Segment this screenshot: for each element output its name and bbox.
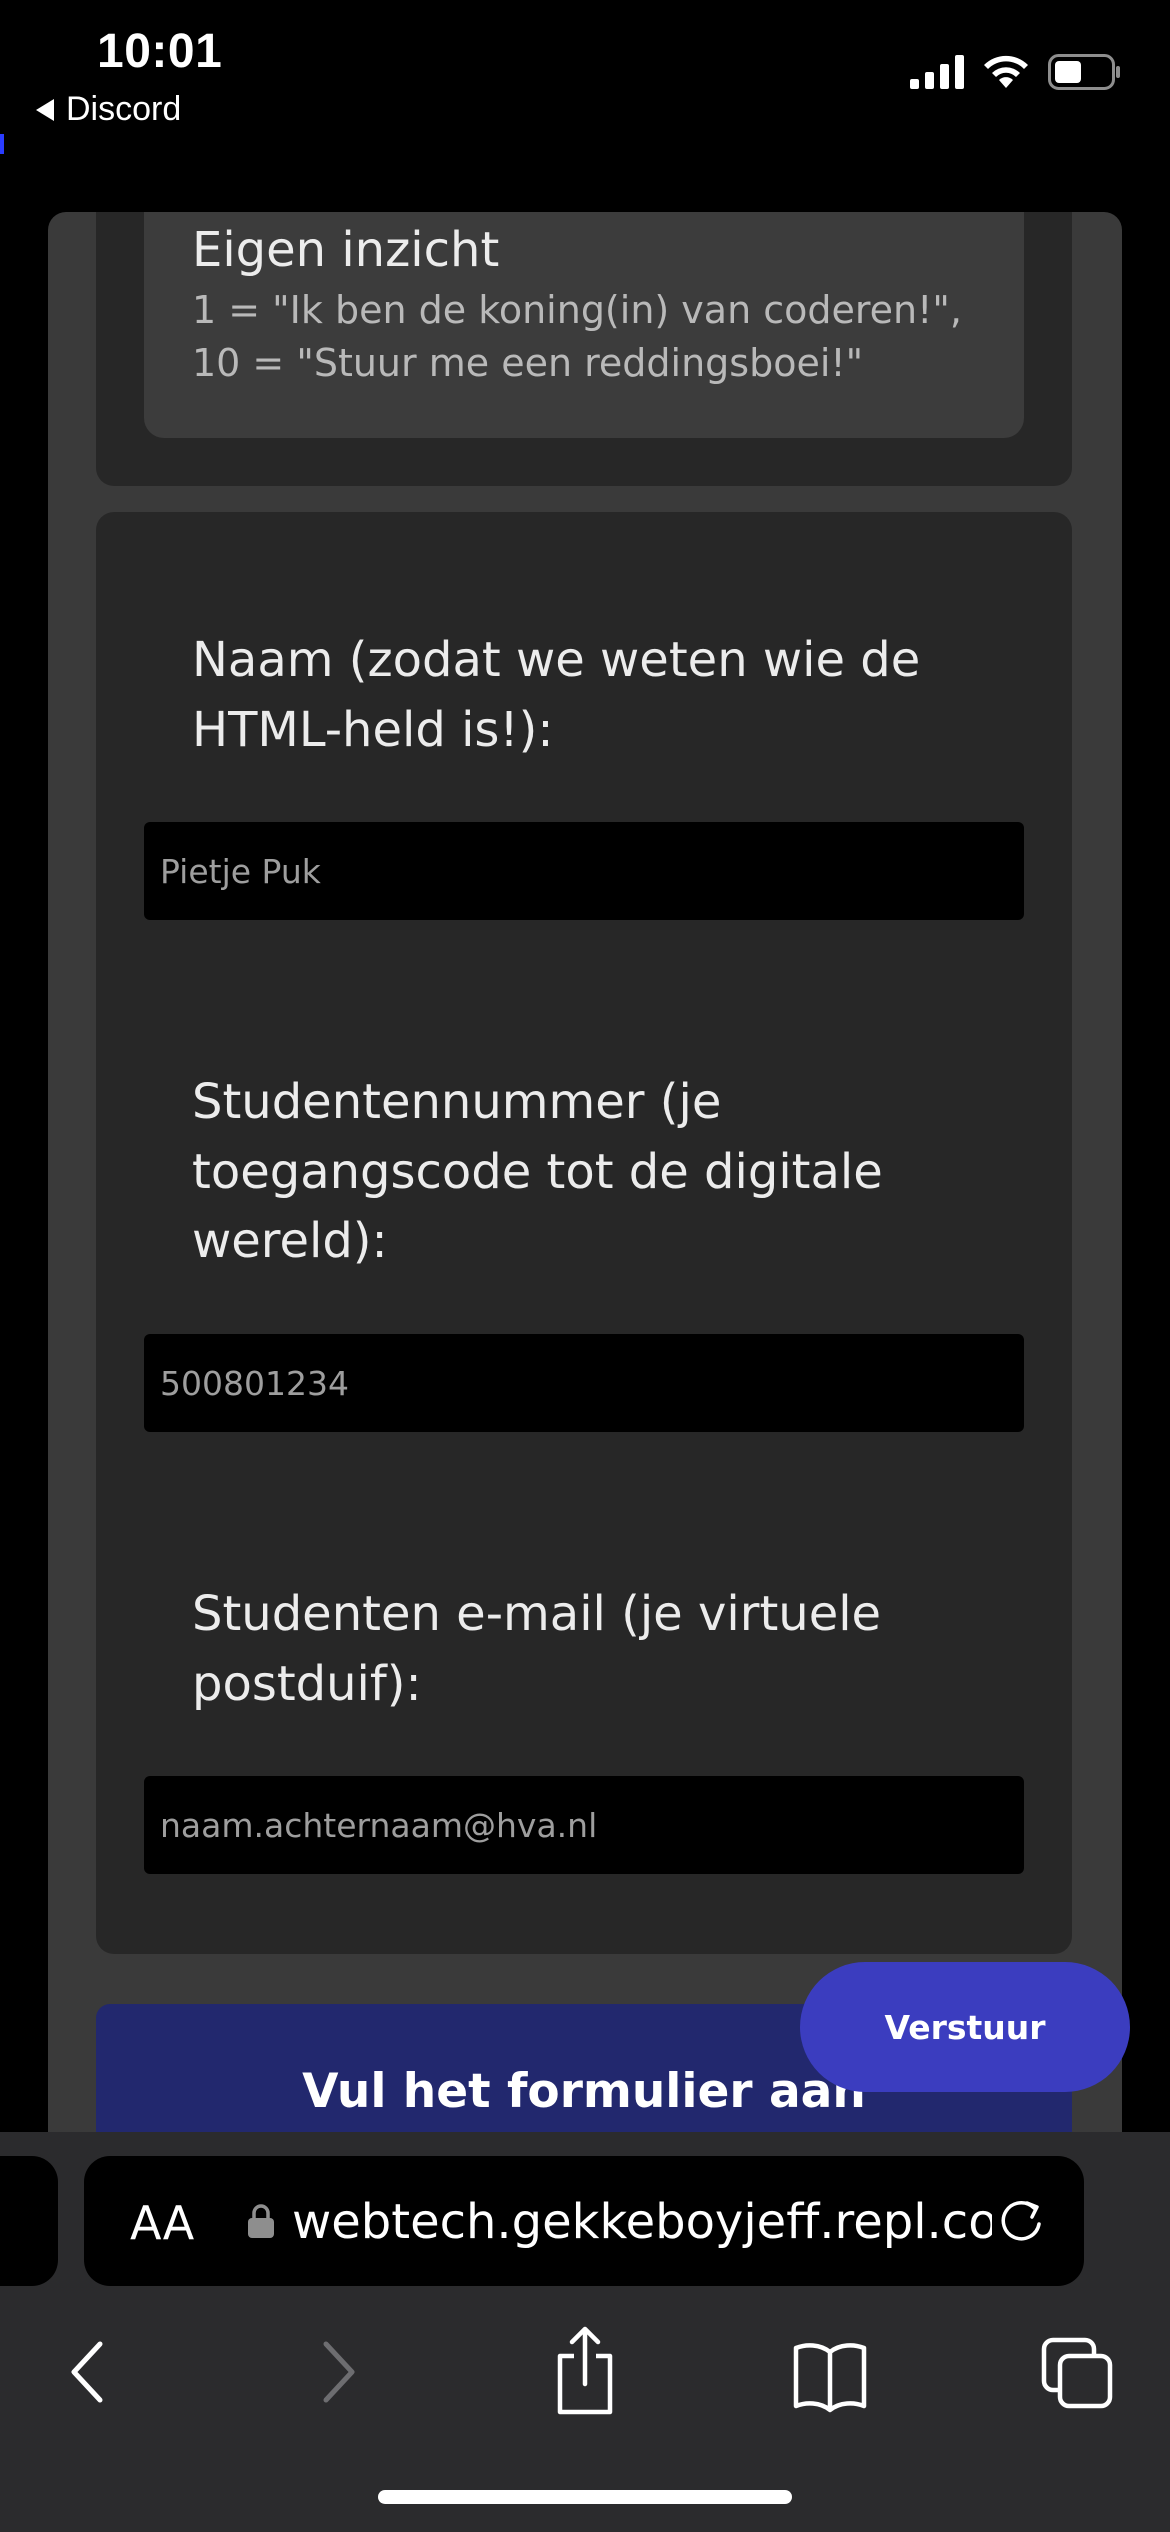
reader-settings-button[interactable]: AA: [130, 2196, 194, 2250]
forward-icon[interactable]: [312, 2322, 366, 2422]
back-arrow-icon: [36, 98, 54, 121]
student-email-input[interactable]: naam.achternaam@hva.nl: [144, 1776, 1024, 1874]
back-icon[interactable]: [60, 2322, 114, 2422]
eigen-inzicht-box: Eigen inzicht 1 = "Ik ben de koning(in) …: [144, 212, 1024, 438]
name-input[interactable]: Pietje Puk: [144, 822, 1024, 920]
student-number-label: Studentennummer (je toegangscode tot de …: [192, 1074, 883, 1270]
lock-icon: [248, 2204, 274, 2238]
bookmarks-icon[interactable]: [790, 2322, 870, 2422]
reader-settings-label: AA: [130, 2196, 195, 2250]
url-text[interactable]: webtech.gekkeboyjeff.repl.co: [292, 2194, 992, 2250]
name-label: Naam (zodat we weten wie de HTML-held is…: [192, 632, 921, 758]
submit-button[interactable]: Verstuur: [800, 1962, 1130, 2092]
page-edge-marker: [0, 134, 4, 154]
eigen-inzicht-description: 1 = "Ik ben de koning(in) van coderen!",…: [192, 288, 962, 386]
wifi-icon: [984, 55, 1028, 88]
signal-icon: [910, 55, 964, 89]
share-icon[interactable]: [550, 2322, 620, 2422]
back-app-label: Discord: [66, 90, 182, 128]
address-bar[interactable]: AA webtech.gekkeboyjeff.repl.co: [84, 2156, 1084, 2286]
battery-icon: [1048, 54, 1120, 90]
home-indicator[interactable]: [378, 2490, 792, 2504]
student-email-label: Studenten e-mail (je virtuele postduif):: [192, 1586, 882, 1712]
status-time: 10:01: [97, 25, 223, 78]
reload-icon[interactable]: [994, 2194, 1048, 2248]
student-info-card: Naam (zodat we weten wie de HTML-held is…: [96, 512, 1072, 1954]
tabs-icon[interactable]: [1040, 2322, 1116, 2422]
back-to-app-link[interactable]: Discord: [36, 90, 181, 129]
previous-tab-preview[interactable]: [0, 2156, 58, 2286]
eigen-inzicht-title: Eigen inzicht: [192, 222, 500, 278]
student-number-input[interactable]: 500801234: [144, 1334, 1024, 1432]
web-page: Eigen inzicht 1 = "Ik ben de koning(in) …: [48, 212, 1122, 2132]
eigen-inzicht-card: Eigen inzicht 1 = "Ik ben de koning(in) …: [96, 212, 1072, 486]
browser-toolbar: AA webtech.gekkeboyjeff.repl.co: [0, 2132, 1170, 2532]
navigation-toolbar: [0, 2322, 1170, 2432]
status-icons: [910, 54, 1122, 90]
